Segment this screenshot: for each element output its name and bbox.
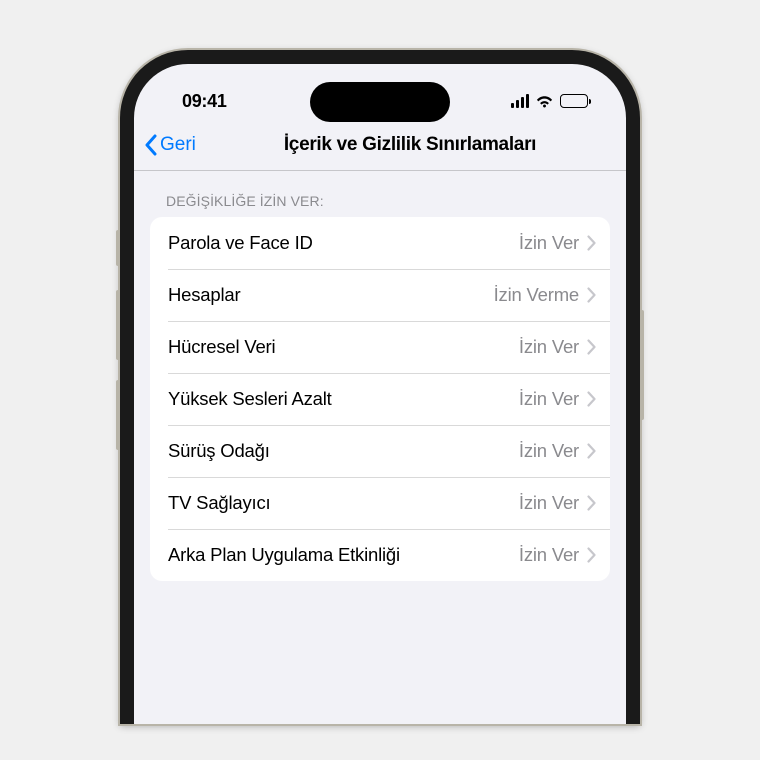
row-background-app-activity[interactable]: Arka Plan Uygulama Etkinliği İzin Ver bbox=[150, 529, 610, 581]
dynamic-island bbox=[310, 82, 450, 122]
chevron-right-icon bbox=[587, 391, 596, 407]
chevron-right-icon bbox=[587, 495, 596, 511]
cellular-signal-icon bbox=[511, 94, 530, 108]
row-accounts[interactable]: Hesaplar İzin Verme bbox=[150, 269, 610, 321]
row-value: İzin Ver bbox=[519, 492, 579, 514]
phone-frame: 09:41 Geri İçerik ve bbox=[120, 50, 640, 724]
page-title: İçerik ve Gizlilik Sınırlamaları bbox=[134, 134, 626, 156]
row-label: Sürüş Odağı bbox=[168, 440, 519, 462]
chevron-right-icon bbox=[587, 443, 596, 459]
row-label: Yüksek Sesleri Azalt bbox=[168, 388, 519, 410]
row-value: İzin Ver bbox=[519, 440, 579, 462]
chevron-left-icon bbox=[144, 134, 158, 156]
status-time: 09:41 bbox=[182, 91, 227, 112]
row-value: İzin Ver bbox=[519, 232, 579, 254]
chevron-right-icon bbox=[587, 235, 596, 251]
row-label: Hücresel Veri bbox=[168, 336, 519, 358]
navigation-bar: Geri İçerik ve Gizlilik Sınırlamaları bbox=[134, 124, 626, 171]
row-cellular-data[interactable]: Hücresel Veri İzin Ver bbox=[150, 321, 610, 373]
row-label: Parola ve Face ID bbox=[168, 232, 519, 254]
status-icons bbox=[511, 94, 589, 108]
back-label: Geri bbox=[160, 134, 196, 156]
settings-list: Parola ve Face ID İzin Ver Hesaplar İzin… bbox=[150, 217, 610, 581]
back-button[interactable]: Geri bbox=[144, 134, 196, 156]
volume-down-button bbox=[116, 380, 120, 450]
battery-icon bbox=[560, 94, 588, 108]
row-label: TV Sağlayıcı bbox=[168, 492, 519, 514]
power-button bbox=[640, 310, 644, 420]
row-value: İzin Ver bbox=[519, 388, 579, 410]
row-driving-focus[interactable]: Sürüş Odağı İzin Ver bbox=[150, 425, 610, 477]
row-tv-provider[interactable]: TV Sağlayıcı İzin Ver bbox=[150, 477, 610, 529]
row-label: Arka Plan Uygulama Etkinliği bbox=[168, 544, 519, 566]
row-passcode-faceid[interactable]: Parola ve Face ID İzin Ver bbox=[150, 217, 610, 269]
mute-switch bbox=[116, 230, 120, 266]
row-reduce-loud-sounds[interactable]: Yüksek Sesleri Azalt İzin Ver bbox=[150, 373, 610, 425]
row-label: Hesaplar bbox=[168, 284, 494, 306]
phone-screen: 09:41 Geri İçerik ve bbox=[134, 64, 626, 724]
row-value: İzin Verme bbox=[494, 284, 579, 306]
volume-up-button bbox=[116, 290, 120, 360]
chevron-right-icon bbox=[587, 547, 596, 563]
row-value: İzin Ver bbox=[519, 544, 579, 566]
chevron-right-icon bbox=[587, 287, 596, 303]
section-header: DEĞİŞİKLİĞE İZİN VER: bbox=[134, 171, 626, 217]
wifi-icon bbox=[535, 94, 554, 108]
row-value: İzin Ver bbox=[519, 336, 579, 358]
chevron-right-icon bbox=[587, 339, 596, 355]
